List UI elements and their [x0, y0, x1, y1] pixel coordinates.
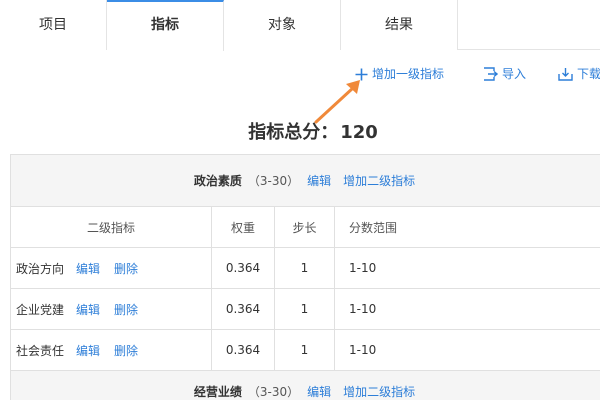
indicator-name: 企业党建: [16, 302, 65, 317]
column-header-weight: 权重: [212, 207, 275, 247]
weight-cell: 0.364: [212, 248, 275, 288]
table-row: 社会责任 编辑 删除 0.364 1 1-10: [11, 330, 600, 371]
step-cell: 1: [275, 248, 335, 288]
tab-results[interactable]: 结果: [341, 0, 458, 50]
column-header-step: 步长: [275, 207, 335, 247]
delete-row-link[interactable]: 删除: [114, 301, 138, 318]
download-label: 下载: [577, 67, 600, 81]
indicator-name: 政治方向: [16, 261, 65, 276]
step-cell: 1: [275, 289, 335, 329]
section-title: 经营业绩: [193, 385, 242, 399]
edit-row-link[interactable]: 编辑: [76, 260, 100, 277]
tab-bar: 项目 指标 对象 结果: [0, 0, 600, 51]
edit-row-link[interactable]: 编辑: [76, 342, 100, 359]
import-icon: [484, 67, 499, 81]
indicator-table: 政治素质 （3-30） 编辑 增加二级指标 二级指标 权重 步长 分数范围 政治…: [10, 154, 600, 400]
section-range: （3-30）: [247, 174, 300, 188]
edit-section-link[interactable]: 编辑: [307, 383, 331, 400]
range-cell: 1-10: [349, 302, 377, 316]
column-header-range: 分数范围: [349, 220, 398, 235]
import-button[interactable]: 导入: [483, 62, 526, 86]
import-label: 导入: [502, 67, 527, 81]
range-cell: 1-10: [349, 343, 377, 357]
delete-row-link[interactable]: 删除: [114, 342, 138, 359]
indicator-name: 社会责任: [16, 343, 65, 358]
table-header-row: 二级指标 权重 步长 分数范围: [11, 207, 600, 248]
tab-project[interactable]: 项目: [0, 0, 107, 50]
add-level1-indicator-label: 增加一级指标: [372, 67, 445, 81]
step-cell: 1: [275, 330, 335, 370]
edit-row-link[interactable]: 编辑: [76, 301, 100, 318]
weight-cell: 0.364: [212, 330, 275, 370]
weight-cell: 0.364: [212, 289, 275, 329]
column-header-indicator: 二级指标: [11, 207, 212, 247]
delete-row-link[interactable]: 删除: [114, 260, 138, 277]
tab-objects[interactable]: 对象: [224, 0, 341, 50]
total-score-label: 指标总分：: [248, 122, 339, 143]
section-header: 经营业绩 （3-30） 编辑 增加二级指标: [11, 371, 600, 400]
total-score-value: 120: [340, 122, 378, 143]
tab-indicators[interactable]: 指标: [107, 0, 224, 51]
indicator-cell: 政治方向 编辑 删除: [11, 248, 212, 288]
section-title: 政治素质: [193, 174, 242, 188]
edit-section-link[interactable]: 编辑: [307, 172, 331, 189]
page-title: 指标总分： 120: [0, 118, 600, 144]
indicator-cell: 社会责任 编辑 删除: [11, 330, 212, 370]
add-level2-indicator-link[interactable]: 增加二级指标: [343, 383, 415, 400]
download-icon: [558, 68, 573, 81]
indicator-cell: 企业党建 编辑 删除: [11, 289, 212, 329]
range-cell: 1-10: [349, 261, 377, 275]
add-level2-indicator-link[interactable]: 增加二级指标: [343, 172, 415, 189]
table-row: 企业党建 编辑 删除 0.364 1 1-10: [11, 289, 600, 330]
section-header: 政治素质 （3-30） 编辑 增加二级指标: [11, 155, 600, 207]
section-range: （3-30）: [247, 385, 300, 399]
table-row: 政治方向 编辑 删除 0.364 1 1-10: [11, 248, 600, 289]
download-button[interactable]: 下载: [558, 62, 600, 86]
